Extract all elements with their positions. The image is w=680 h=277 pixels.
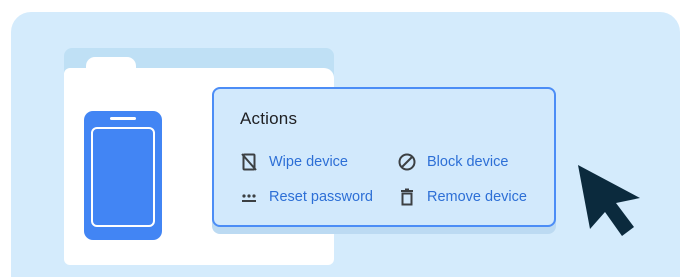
reset-password-label: Reset password: [269, 189, 373, 205]
phone-off-icon: [239, 152, 259, 172]
trash-icon: [397, 187, 417, 207]
cursor-arrow-icon: [578, 165, 640, 236]
password-icon: [239, 187, 259, 207]
actions-title: Actions: [240, 109, 298, 128]
wipe-device-action[interactable]: Wipe device: [239, 151, 348, 173]
actions-card: Actions Wipe device Block device Reset p…: [212, 87, 556, 227]
block-device-action[interactable]: Block device: [397, 151, 508, 173]
block-icon: [397, 152, 417, 172]
phone-speaker: [110, 117, 136, 120]
illustration-panel: Actions Wipe device Block device Reset p…: [11, 12, 680, 277]
wipe-device-label: Wipe device: [269, 154, 348, 170]
remove-device-action[interactable]: Remove device: [397, 186, 527, 208]
reset-password-action[interactable]: Reset password: [239, 186, 373, 208]
phone-screen: [91, 127, 155, 227]
phone-icon: [84, 111, 162, 240]
remove-device-label: Remove device: [427, 189, 527, 205]
block-device-label: Block device: [427, 154, 509, 170]
